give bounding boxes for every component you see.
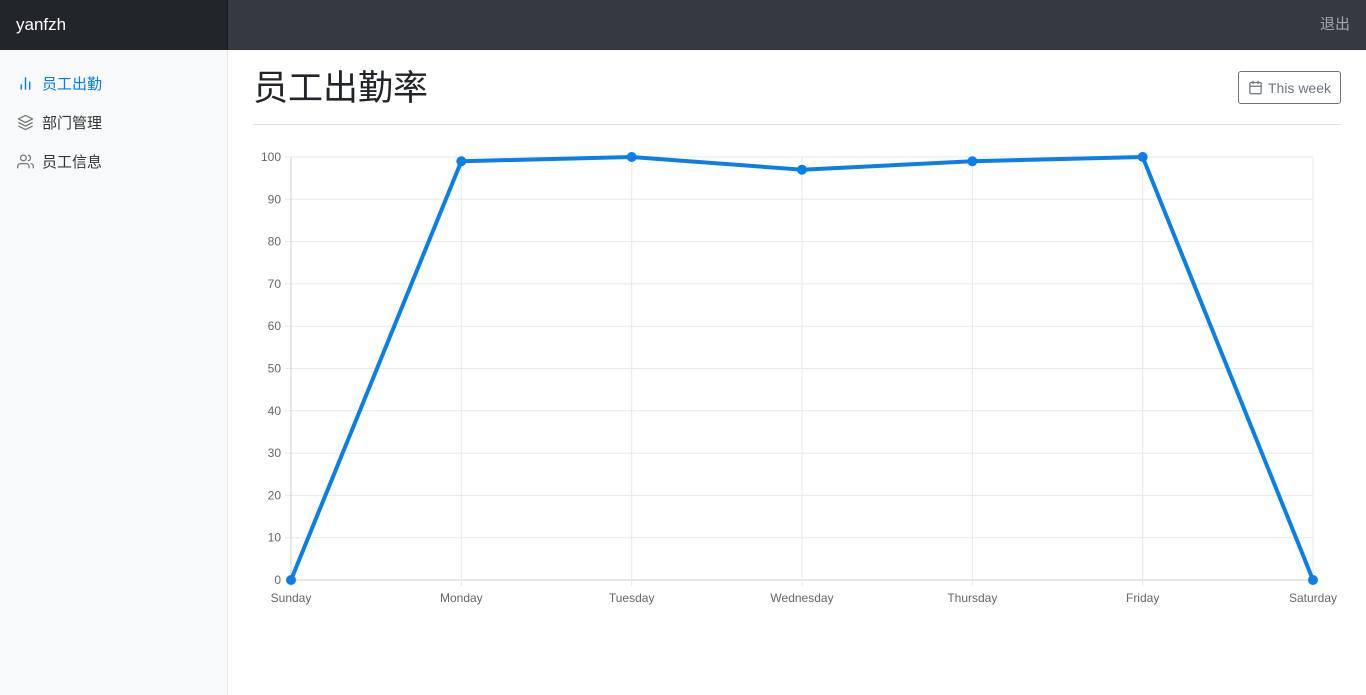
x-tick-label: Thursday — [947, 591, 997, 605]
data-point — [967, 156, 978, 167]
sidebar-item-label: 部门管理 — [42, 115, 103, 132]
sidebar-item-label: 员工信息 — [42, 154, 103, 171]
data-point — [1137, 152, 1148, 162]
x-tick-label: Monday — [440, 591, 483, 605]
y-tick-label: 90 — [268, 192, 282, 206]
data-point — [626, 152, 637, 162]
sign-out-link[interactable]: 退出 — [1320, 0, 1350, 50]
top-navbar: yanfzh 退出 — [0, 0, 1366, 50]
y-tick-label: 10 — [268, 531, 282, 545]
y-tick-label: 0 — [274, 573, 281, 587]
data-point — [797, 164, 807, 175]
data-point — [286, 575, 296, 585]
brand-name[interactable]: yanfzh — [0, 0, 228, 50]
x-tick-label: Friday — [1126, 591, 1159, 605]
attendance-line-chart: 0 10 20 30 40 50 60 70 80 90 100 Sunday Monday Tuesda… — [261, 150, 1337, 605]
main-content: 员工出勤率 This week 0 10 20 30 40 50 60 70 80 90 100 Su… — [228, 50, 1366, 695]
sidebar-item-employees[interactable]: 员工信息 — [0, 142, 227, 181]
sidebar-item-attendance[interactable]: 员工出勤 — [0, 64, 227, 103]
x-tick-label: Saturday — [1289, 591, 1337, 605]
y-tick-label: 30 — [268, 446, 282, 460]
x-tick-label: Tuesday — [609, 591, 655, 605]
sidebar-item-label: 员工出勤 — [42, 76, 103, 93]
y-tick-label: 100 — [261, 150, 281, 164]
attendance-chart: 0 10 20 30 40 50 60 70 80 90 100 Sunday Monday Tuesda… — [228, 50, 1366, 695]
y-tick-label: 80 — [268, 235, 282, 249]
x-tick-label: Sunday — [271, 591, 312, 605]
layers-icon — [17, 114, 34, 131]
users-icon — [17, 153, 34, 170]
bar-chart-icon — [17, 75, 34, 92]
data-point — [1308, 575, 1318, 585]
x-tick-label: Wednesday — [770, 591, 833, 605]
y-tick-label: 40 — [268, 404, 282, 418]
y-tick-label: 20 — [268, 488, 282, 502]
y-tick-label: 50 — [268, 362, 282, 376]
y-tick-label: 70 — [268, 277, 282, 291]
sidebar-item-departments[interactable]: 部门管理 — [0, 103, 227, 142]
y-tick-label: 60 — [268, 319, 282, 333]
data-point — [456, 156, 467, 167]
sidebar: 员工出勤 部门管理 员工信息 — [0, 50, 228, 695]
